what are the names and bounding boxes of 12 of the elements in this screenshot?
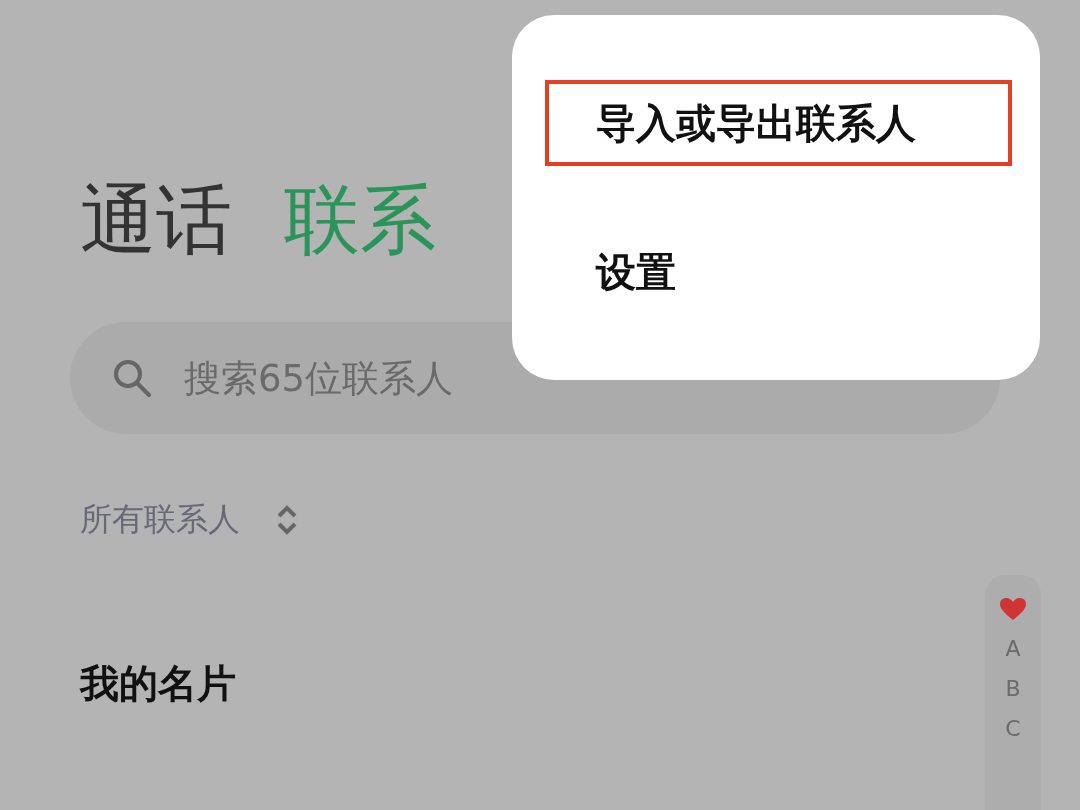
index-letter[interactable]: B — [1005, 677, 1021, 702]
heart-icon[interactable] — [999, 597, 1027, 621]
filter-label[interactable]: 所有联系人 — [80, 498, 240, 542]
menu-item[interactable]: 导入或导出联系人 — [545, 80, 1012, 166]
tab[interactable]: 联系 — [284, 182, 436, 258]
index-bar[interactable]: A B C — [985, 575, 1041, 810]
sort-toggle-icon[interactable] — [276, 504, 298, 536]
index-letter[interactable]: C — [1005, 717, 1021, 742]
menu-item[interactable]: 设置 — [545, 229, 1012, 315]
section-title: 我的名片 — [80, 660, 236, 708]
index-letter[interactable]: A — [1005, 637, 1021, 662]
tab[interactable]: 通话 — [80, 182, 232, 258]
